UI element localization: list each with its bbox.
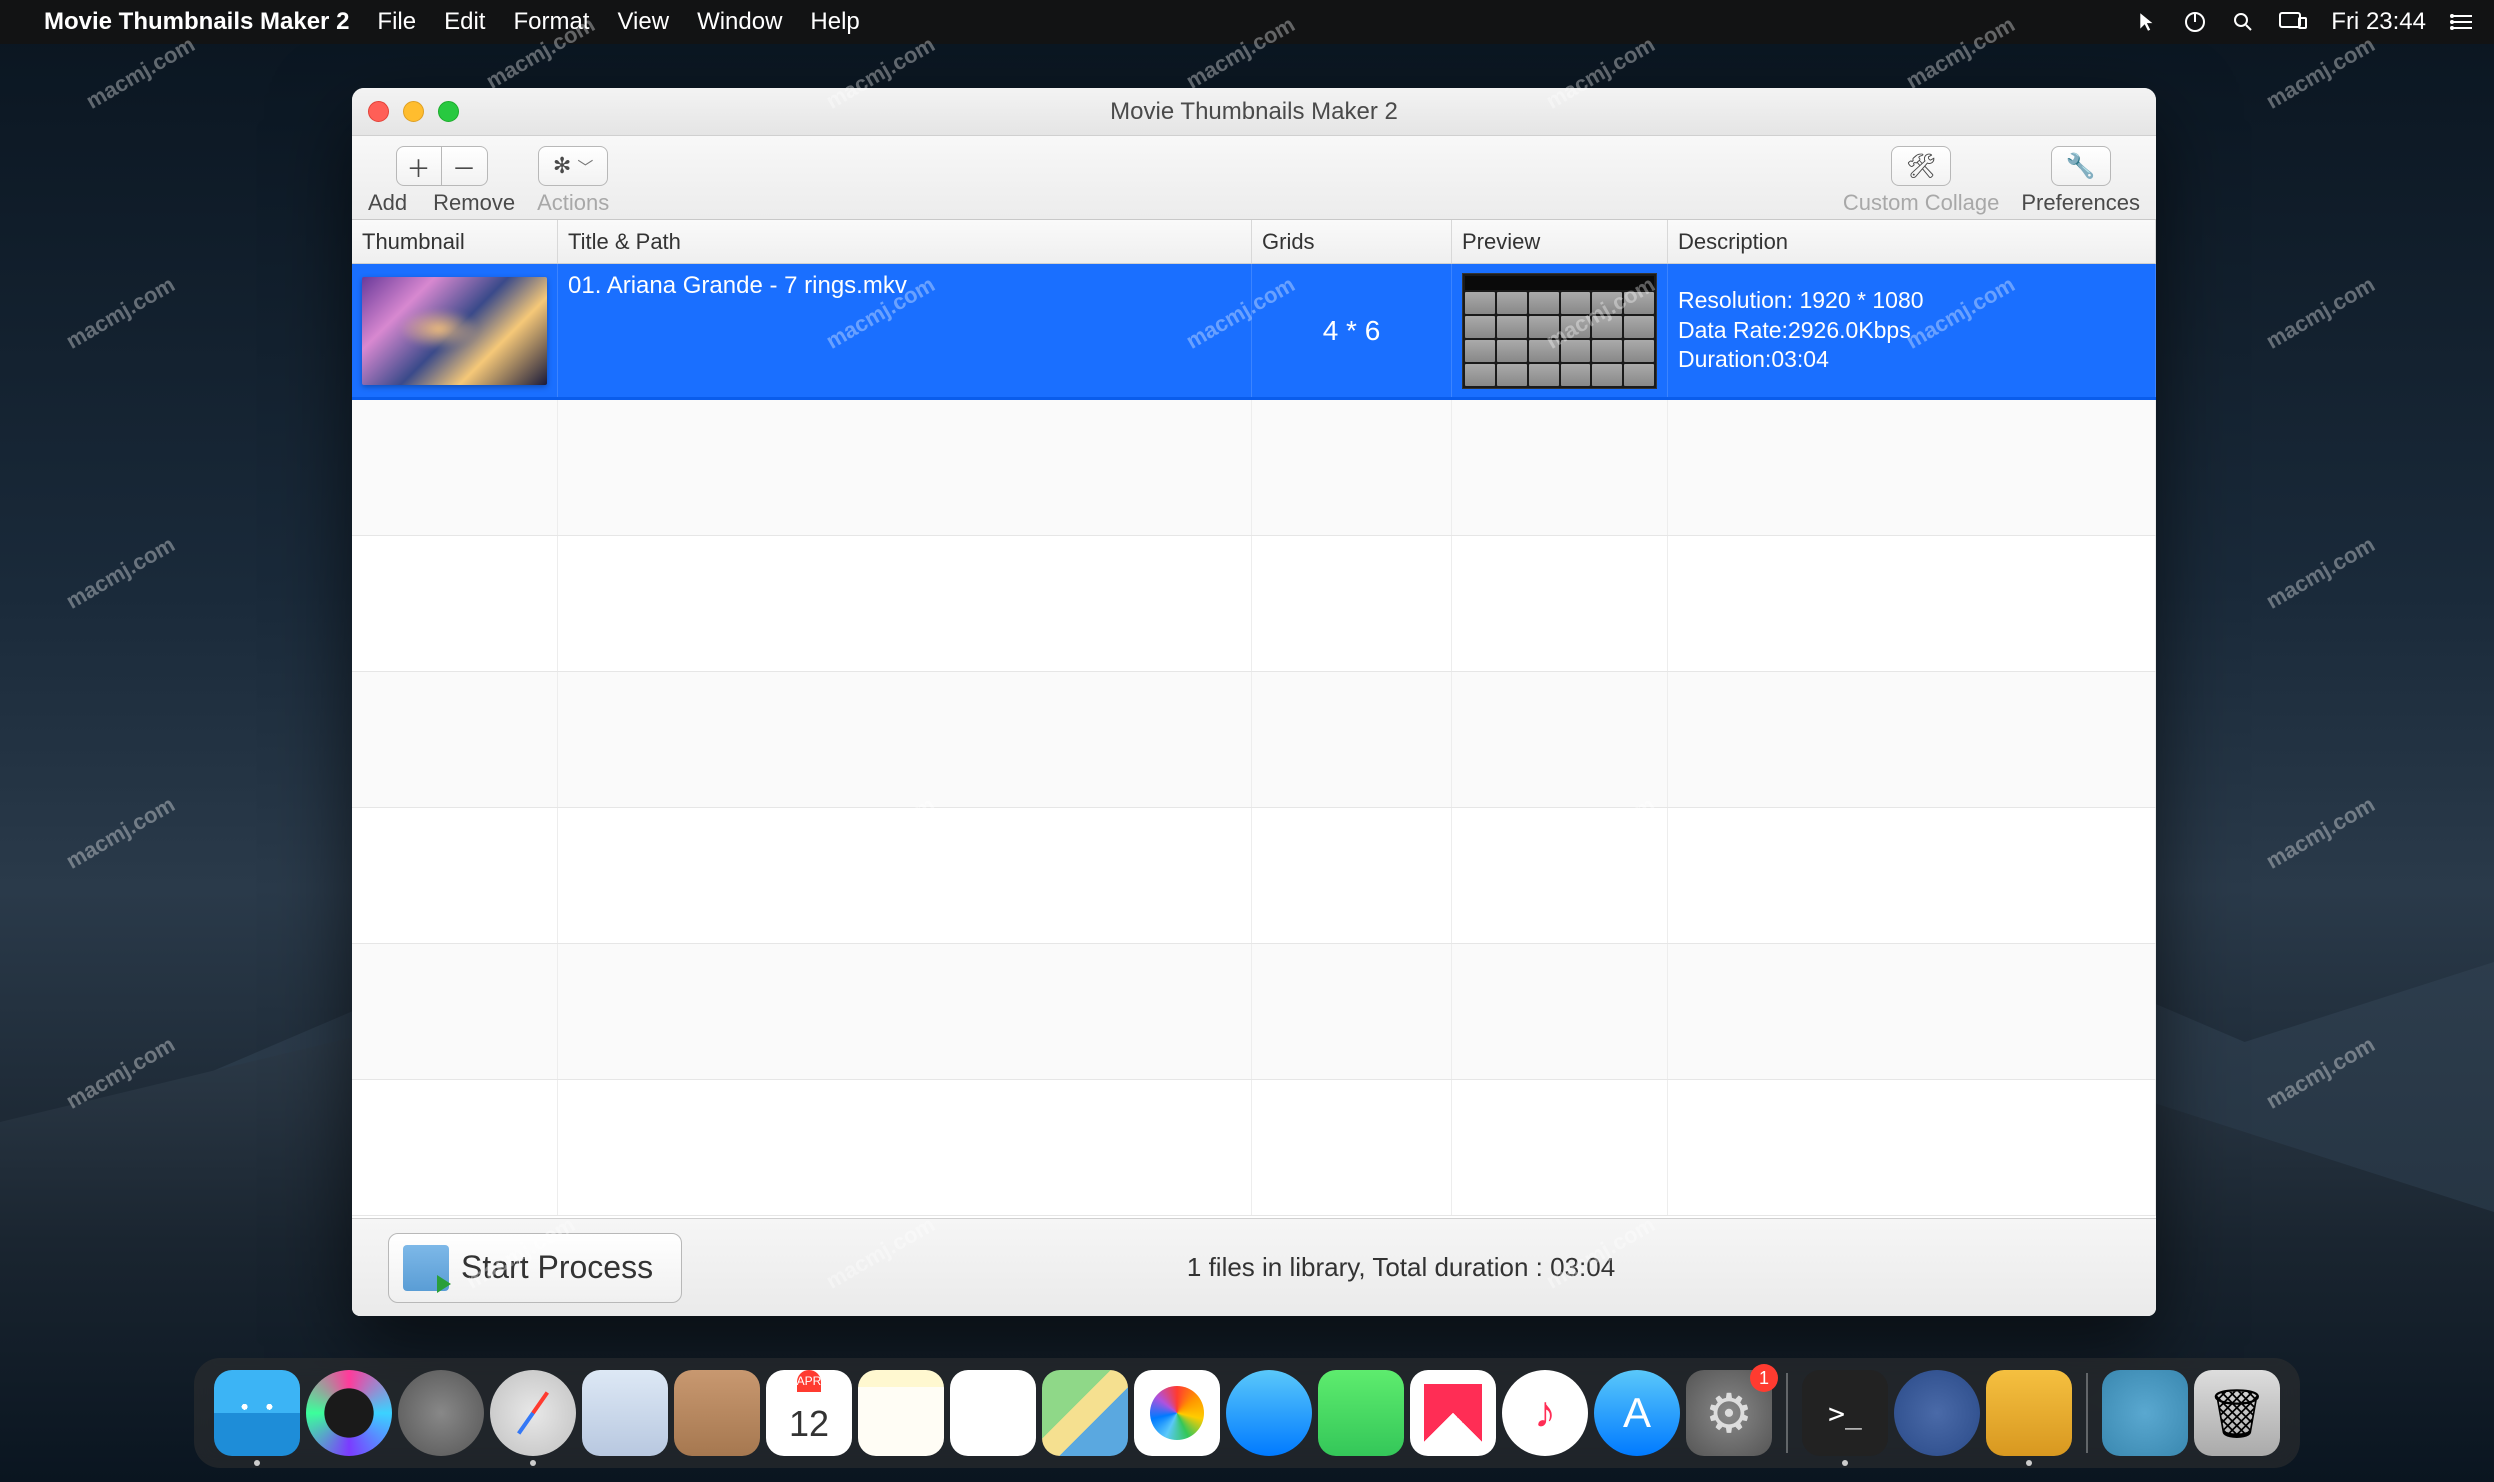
custom-collage-label: Custom Collage [1843, 190, 2000, 216]
dock-itunes[interactable] [1502, 1370, 1588, 1456]
cell-thumbnail [352, 264, 558, 397]
cell-title: 01. Ariana Grande - 7 rings.mkv [558, 264, 1252, 397]
dock-safari[interactable] [490, 1370, 576, 1456]
dock-reminders[interactable] [950, 1370, 1036, 1456]
cell-description: Resolution: 1920 * 1080 Data Rate:2926.0… [1668, 264, 2156, 397]
dock-maps[interactable] [1042, 1370, 1128, 1456]
table-row[interactable] [352, 536, 2156, 672]
system-dock: APR 12 1 [194, 1358, 2300, 1468]
menu-view[interactable]: View [617, 8, 669, 36]
cell-preview [1452, 264, 1668, 397]
table-row[interactable] [352, 400, 2156, 536]
dock-calendar[interactable]: APR 12 [766, 1370, 852, 1456]
dock-terminal[interactable] [1802, 1370, 1888, 1456]
system-menubar: Movie Thumbnails Maker 2 File Edit Forma… [0, 0, 2494, 44]
dock-app-generic-2[interactable] [1986, 1370, 2072, 1456]
chevron-down-icon: ﹀ [577, 154, 593, 178]
table-row[interactable] [352, 672, 2156, 808]
table-row[interactable] [352, 808, 2156, 944]
spotlight-icon[interactable] [2231, 10, 2255, 34]
table-body: 01. Ariana Grande - 7 rings.mkv 4 * 6 Re… [352, 264, 2156, 1218]
wrench-icon: 🔧 [2066, 152, 2096, 181]
preferences-button[interactable]: 🔧 [2051, 146, 2111, 186]
menu-help[interactable]: Help [810, 8, 859, 36]
dock-launchpad[interactable] [398, 1370, 484, 1456]
dock-messages[interactable] [1226, 1370, 1312, 1456]
start-process-icon [403, 1245, 449, 1291]
dock-app-generic-1[interactable] [1894, 1370, 1980, 1456]
plus-icon: ＋ [407, 149, 431, 184]
preview-grid-thumbnail [1462, 273, 1657, 389]
menu-format[interactable]: Format [513, 8, 589, 36]
window-footer: Start Process 1 files in library, Total … [352, 1218, 2156, 1316]
dock-photos[interactable] [1134, 1370, 1220, 1456]
start-process-button[interactable]: Start Process [388, 1233, 682, 1303]
settings-badge: 1 [1750, 1364, 1778, 1392]
add-label: Add [368, 190, 407, 216]
desc-datarate: Data Rate:2926.0Kbps [1678, 316, 2145, 346]
dock-facetime[interactable] [1318, 1370, 1404, 1456]
window-close-button[interactable] [368, 101, 389, 122]
column-thumbnail[interactable]: Thumbnail [352, 220, 558, 263]
table-row[interactable] [352, 944, 2156, 1080]
menubar-power-icon[interactable] [2183, 10, 2207, 34]
menu-window[interactable]: Window [697, 8, 782, 36]
minus-icon: － [452, 149, 476, 184]
menu-file[interactable]: File [377, 8, 416, 36]
column-title-path[interactable]: Title & Path [558, 220, 1252, 263]
window-maximize-button[interactable] [438, 101, 459, 122]
dock-appstore[interactable] [1594, 1370, 1680, 1456]
column-preview[interactable]: Preview [1452, 220, 1668, 263]
dock-siri[interactable] [306, 1370, 392, 1456]
menubar-display-icon[interactable] [2279, 12, 2307, 32]
dock-mail[interactable] [582, 1370, 668, 1456]
start-process-label: Start Process [461, 1249, 653, 1286]
remove-label: Remove [433, 190, 515, 216]
table-header: Thumbnail Title & Path Grids Preview Des… [352, 220, 2156, 264]
window-toolbar: ＋ － Add Remove ✻ ﹀ Actions 🛠 [352, 136, 2156, 220]
column-grids[interactable]: Grids [1252, 220, 1452, 263]
desc-duration: Duration:03:04 [1678, 345, 2145, 375]
notification-center-icon[interactable] [2450, 12, 2474, 32]
actions-dropdown[interactable]: ✻ ﹀ [538, 146, 608, 186]
menubar-app-name[interactable]: Movie Thumbnails Maker 2 [44, 8, 349, 36]
cell-grids: 4 * 6 [1252, 264, 1452, 397]
column-description[interactable]: Description [1668, 220, 2156, 263]
menubar-clock[interactable]: Fri 23:44 [2331, 8, 2426, 36]
window-titlebar[interactable]: Movie Thumbnails Maker 2 [352, 88, 2156, 136]
app-window: Movie Thumbnails Maker 2 ＋ － Add Remove … [352, 88, 2156, 1316]
footer-status: 1 files in library, Total duration : 03:… [1187, 1252, 1615, 1283]
window-minimize-button[interactable] [403, 101, 424, 122]
desc-resolution: Resolution: 1920 * 1080 [1678, 286, 2145, 316]
gear-icon: ✻ [553, 153, 571, 179]
dock-downloads[interactable] [2102, 1370, 2188, 1456]
dock-finder[interactable] [214, 1370, 300, 1456]
menubar-cursor-icon[interactable] [2137, 11, 2159, 33]
preferences-label: Preferences [2021, 190, 2140, 216]
traffic-lights [368, 101, 459, 122]
table-row[interactable] [352, 1080, 2156, 1216]
dock-contacts[interactable] [674, 1370, 760, 1456]
window-title: Movie Thumbnails Maker 2 [1110, 98, 1398, 126]
dock-trash[interactable] [2194, 1370, 2280, 1456]
dock-divider [2086, 1373, 2088, 1453]
dock-system-preferences[interactable]: 1 [1686, 1370, 1772, 1456]
add-button[interactable]: ＋ [396, 146, 442, 186]
video-thumbnail [362, 277, 547, 385]
remove-button[interactable]: － [442, 146, 488, 186]
dock-news[interactable] [1410, 1370, 1496, 1456]
file-table: Thumbnail Title & Path Grids Preview Des… [352, 220, 2156, 1218]
dock-notes[interactable] [858, 1370, 944, 1456]
menu-edit[interactable]: Edit [444, 8, 485, 36]
custom-collage-button[interactable]: 🛠 [1891, 146, 1951, 186]
dock-divider [1786, 1373, 1788, 1453]
tools-icon: 🛠 [1906, 152, 1936, 181]
table-row[interactable]: 01. Ariana Grande - 7 rings.mkv 4 * 6 Re… [352, 264, 2156, 400]
actions-label: Actions [537, 190, 609, 216]
